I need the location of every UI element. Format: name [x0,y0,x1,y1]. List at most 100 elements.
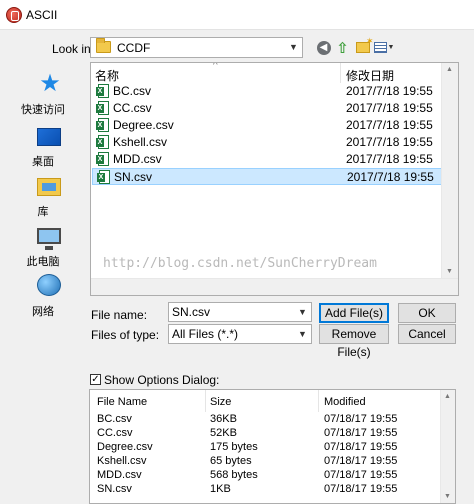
file-name: Kshell.csv [113,135,168,149]
file-name: CC.csv [113,101,152,115]
new-folder-button[interactable] [354,36,374,56]
show-options-checkbox[interactable]: ✓ [90,374,101,385]
file-date: 2017/7/18 19:55 [347,170,434,184]
cell-size: 65 bytes [210,455,252,467]
look-in-label: Look in: [52,42,95,56]
file-date: 2017/7/18 19:55 [346,152,433,166]
sort-asc-icon: ^ [213,62,218,71]
place-desktop[interactable]: 桌面 [0,120,86,172]
place-label: 网络 [32,306,54,318]
cell-modified: 07/18/17 19:55 [324,441,398,453]
watermark: http://blog.csdn.net/SunCherryDream [103,256,377,271]
place-this-pc[interactable]: 此电脑 [0,220,86,272]
chevron-down-icon: ▼ [289,42,298,52]
file-row-selected[interactable]: SN.csv 2017/7/18 19:55 [92,168,452,185]
view-menu-button[interactable]: ▼ [373,39,395,56]
cell-file-name: MDD.csv [97,469,142,481]
selected-files-list[interactable]: File Name Size Modified BC.csv 36KB 07/1… [89,389,456,504]
title-bar: ASCII [0,0,474,30]
column-header-modified[interactable]: Modified [324,396,366,408]
place-label: 库 [37,206,49,218]
place-label: 此电脑 [26,256,60,268]
table-row[interactable]: SN.csv 1KB 07/18/17 19:55 [90,483,440,497]
star-icon: ★ [39,70,61,97]
place-library[interactable]: 库 [0,170,86,222]
excel-file-icon [96,135,109,149]
excel-file-icon [96,118,109,132]
cell-modified: 07/18/17 19:55 [324,427,398,439]
file-type-value: All Files (*.*) [172,327,239,341]
app-icon [6,7,22,23]
horizontal-scrollbar[interactable] [91,278,458,295]
column-divider[interactable] [318,390,319,412]
cell-size: 568 bytes [210,469,258,481]
file-date: 2017/7/18 19:55 [346,118,433,132]
table-row[interactable]: Kshell.csv 65 bytes 07/18/17 19:55 [90,455,440,469]
file-list[interactable]: ^ 名称 修改日期 BC.csv 2017/7/18 19:55 CC.csv … [90,62,459,296]
file-name-input[interactable]: SN.csv ▼ [168,302,312,322]
library-icon [37,178,61,196]
look-in-dropdown[interactable]: CCDF ▼ [90,37,303,58]
file-name-label: File name: [91,308,148,322]
back-button[interactable]: ◀ [315,39,332,56]
cell-file-name: Kshell.csv [97,455,147,467]
excel-file-icon [96,101,109,115]
cell-size: 52KB [210,427,237,439]
file-date: 2017/7/18 19:55 [346,84,433,98]
file-type-dropdown[interactable]: All Files (*.*) ▼ [168,324,312,344]
vertical-scrollbar[interactable] [440,390,455,503]
file-row[interactable]: BC.csv 2017/7/18 19:55 [92,83,452,100]
add-files-button[interactable]: Add File(s) [319,303,389,323]
column-divider[interactable] [205,390,206,412]
cancel-button[interactable]: Cancel [398,324,456,344]
file-name: Degree.csv [113,118,174,132]
column-header-file-name[interactable]: File Name [97,396,147,408]
cell-modified: 07/18/17 19:55 [324,469,398,481]
cell-file-name: BC.csv [97,413,132,425]
look-in-value: CCDF [117,41,151,55]
cell-modified: 07/18/17 19:55 [324,483,398,495]
table-row[interactable]: BC.csv 36KB 07/18/17 19:55 [90,413,440,427]
file-name: SN.csv [114,170,153,184]
computer-icon [37,228,61,250]
new-folder-icon [355,36,374,53]
table-row[interactable]: Degree.csv 175 bytes 07/18/17 19:55 [90,441,440,455]
file-name-value: SN.csv [172,305,211,319]
chevron-down-icon: ▼ [387,44,395,51]
desktop-icon [37,128,61,146]
table-row[interactable]: MDD.csv 568 bytes 07/18/17 19:55 [90,469,440,483]
network-icon [37,274,61,296]
file-row[interactable]: MDD.csv 2017/7/18 19:55 [92,151,452,168]
ok-button[interactable]: OK [398,303,456,323]
file-name: MDD.csv [113,152,162,166]
cell-size: 175 bytes [210,441,258,453]
file-date: 2017/7/18 19:55 [346,101,433,115]
column-header-date[interactable]: 修改日期 [346,67,394,84]
place-network[interactable]: 网络 [0,270,86,322]
cell-modified: 07/18/17 19:55 [324,413,398,425]
view-list-icon [373,42,387,53]
file-row[interactable]: Degree.csv 2017/7/18 19:55 [92,117,452,134]
folder-icon [96,38,111,53]
places-bar: ★ 快速访问 桌面 库 此电脑 网络 [0,64,86,343]
column-divider[interactable] [340,63,341,83]
remove-files-button[interactable]: Remove File(s) [319,324,389,359]
back-arrow-icon: ◀ [316,40,331,55]
file-type-label: Files of type: [91,328,160,342]
file-name: BC.csv [113,84,152,98]
file-row[interactable]: CC.csv 2017/7/18 19:55 [92,100,452,117]
file-row[interactable]: Kshell.csv 2017/7/18 19:55 [92,134,452,151]
cell-size: 36KB [210,413,237,425]
cell-file-name: CC.csv [97,427,133,439]
show-options-label: Show Options Dialog: [104,373,220,387]
vertical-scrollbar[interactable] [441,63,458,295]
table-row[interactable]: CC.csv 52KB 07/18/17 19:55 [90,427,440,441]
column-header-size[interactable]: Size [210,396,231,408]
up-folder-button[interactable]: ⇧ [334,39,351,57]
column-header-name[interactable]: 名称 [95,67,119,84]
cell-size: 1KB [210,483,231,495]
excel-file-icon [96,152,109,166]
place-quick-access[interactable]: ★ 快速访问 [0,68,86,120]
cell-file-name: SN.csv [97,483,132,495]
window-title: ASCII [26,8,58,22]
